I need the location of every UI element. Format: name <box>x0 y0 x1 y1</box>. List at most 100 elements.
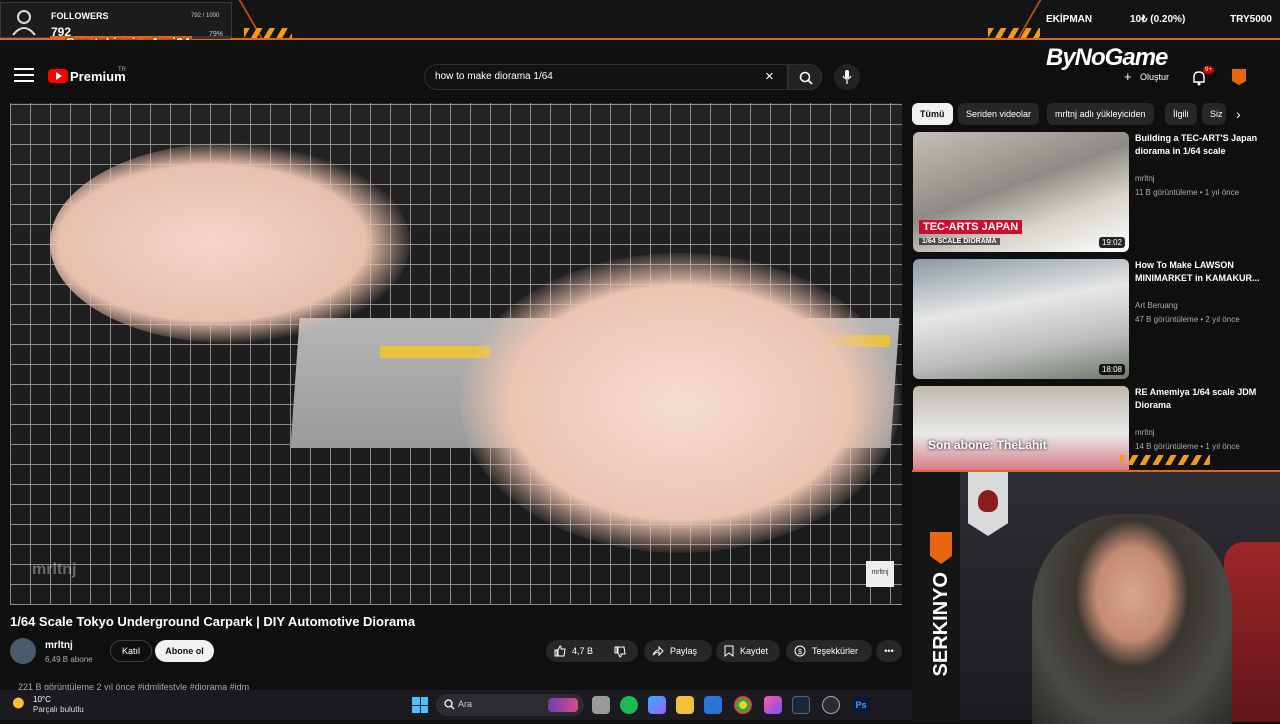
bynogame-logo: ByNoGame <box>1046 44 1168 71</box>
steam-icon[interactable] <box>792 696 810 714</box>
thanks-label: Teşekkürler <box>812 646 859 656</box>
save-label: Kaydet <box>740 646 769 656</box>
share-icon <box>652 645 664 657</box>
recommendation-channel[interactable]: Art Beruang <box>1135 301 1178 310</box>
weather-description[interactable]: Parçalı bulutlu <box>33 705 84 714</box>
photoshop-icon[interactable]: Ps <box>852 696 870 714</box>
spotify-icon[interactable] <box>620 696 638 714</box>
share-label: Paylaş <box>670 646 698 656</box>
task-view-icon[interactable] <box>592 696 610 714</box>
thanks-icon: $ <box>794 645 806 657</box>
thanks-button[interactable]: $ Teşekkürler <box>786 640 872 662</box>
notification-badge: 9+ <box>1203 66 1214 74</box>
chip-all[interactable]: Tümü <box>912 103 953 125</box>
youtube-logo-icon[interactable] <box>48 69 68 83</box>
svg-text:$: $ <box>798 649 802 656</box>
last-subscriber-text: Son abone: TheLahit <box>928 438 1047 452</box>
save-button[interactable]: Kaydet <box>716 640 780 662</box>
overlay-stripes <box>988 28 1040 38</box>
equipment-value: 10₺ (0.20%) <box>1130 14 1186 25</box>
channel-avatar[interactable] <box>10 638 36 664</box>
thumbnail-subtext: 1/64 SCALE DIORAMA <box>919 238 1000 245</box>
webcam-chair <box>1224 542 1280 722</box>
thumbnail-text: TEC-ARTS JAPAN <box>919 220 1023 234</box>
menu-icon[interactable] <box>14 68 34 84</box>
search-button[interactable] <box>788 64 822 90</box>
video-thumbnail[interactable]: 18:08 <box>913 259 1129 379</box>
chrome-icon[interactable] <box>734 696 752 714</box>
plus-icon[interactable]: + <box>1124 69 1132 84</box>
equipment-label: EKİPMAN <box>1046 14 1093 25</box>
taskbar-search[interactable]: Ara <box>436 694 584 716</box>
recommendation-channel[interactable]: mrltnj <box>1135 174 1155 183</box>
thumbs-down-icon[interactable] <box>614 646 626 658</box>
team-shield-emblem <box>978 490 998 512</box>
weather-icon[interactable] <box>12 696 28 710</box>
video-title: 1/64 Scale Tokyo Underground Carpark | D… <box>10 614 416 629</box>
more-options-icon[interactable]: ••• <box>876 640 902 662</box>
recommendation-title[interactable]: How To Make LAWSON MINIMARKET in KAMAKUR… <box>1135 259 1263 285</box>
webcam-overlay: SERKINYO <box>912 470 1280 724</box>
subscribe-button[interactable]: Abone ol <box>155 640 214 662</box>
app-icon[interactable] <box>764 696 782 714</box>
overlay-stripes <box>1120 455 1210 465</box>
recommendation-meta: 47 B görüntüleme • 2 yıl önce <box>1135 315 1240 324</box>
equipment-price: TRY5000 <box>1230 14 1272 25</box>
join-button[interactable]: Katıl <box>110 640 152 662</box>
copilot-icon[interactable] <box>648 696 666 714</box>
team-badge-icon <box>930 532 952 564</box>
subscriber-count: 6,49 B abone <box>45 655 93 664</box>
search-highlight-icon <box>548 698 578 712</box>
recommendation-title[interactable]: Building a TEC-ART'S Japan diorama in 1/… <box>1135 132 1263 158</box>
thumbs-up-icon[interactable] <box>554 645 566 657</box>
recommendation-title[interactable]: RE Amemiya 1/64 scale JDM Diorama <box>1135 386 1263 412</box>
clear-icon[interactable]: × <box>765 68 774 85</box>
chip-series[interactable]: Seriden videolar <box>958 103 1040 125</box>
taskbar-search-placeholder: Ara <box>458 699 473 709</box>
search-query[interactable]: how to make diorama 1/64 <box>435 71 553 82</box>
recommendation-item[interactable]: 18:08 How To Make LAWSON MINIMARKET in K… <box>913 259 1263 379</box>
followers-widget: FOLLOWERS 792 792 / 1000 79% <box>0 2 232 39</box>
recommendation-channel[interactable]: mrltnj <box>1135 428 1155 437</box>
youtube-header: Premium TR how to make diorama 1/64 × By… <box>0 40 1280 100</box>
streamer-name: SERKINYO <box>930 572 952 677</box>
avatar[interactable] <box>1232 69 1246 85</box>
video-thumbnail[interactable]: TEC-ARTS JAPAN 1/64 SCALE DIORAMA 19:02 <box>913 132 1129 252</box>
like-dislike-group: 4,7 B <box>546 640 638 662</box>
channel-name[interactable]: mrltnj <box>45 640 73 651</box>
weather-temperature[interactable]: 10°C <box>33 695 51 704</box>
followers-goal: 792 / 1000 <box>191 13 220 19</box>
overlay-stripes <box>244 28 292 38</box>
stream-overlay-top-bar: FOLLOWERS 792 792 / 1000 79% EKİPMAN 10₺… <box>0 0 1280 40</box>
video-duration: 18:08 <box>1098 364 1125 375</box>
video-frame <box>50 143 410 343</box>
windows-taskbar: 10°C Parçalı bulutlu Ara Ps <box>0 690 912 720</box>
video-frame <box>460 253 900 553</box>
chevron-right-icon[interactable]: › <box>1236 106 1241 122</box>
recommendation-item[interactable]: TEC-ARTS JAPAN 1/64 SCALE DIORAMA 19:02 … <box>913 132 1263 252</box>
share-button[interactable]: Paylaş <box>644 640 712 662</box>
search-input[interactable]: how to make diorama 1/64 × <box>424 64 788 90</box>
search-icon <box>799 71 813 85</box>
webcam-feed <box>1032 514 1232 724</box>
video-player[interactable]: mrltnj mrltnj <box>10 103 902 605</box>
microphone-icon <box>842 70 852 84</box>
video-duration: 19:02 <box>1098 237 1125 248</box>
search-icon <box>444 699 455 710</box>
file-explorer-icon[interactable] <box>676 696 694 714</box>
chip-uploader[interactable]: mrltnj adlı yükleyiciden <box>1047 103 1154 125</box>
voice-search-button[interactable] <box>834 64 860 90</box>
recommendation-meta: 11 B görüntüleme • 1 yıl önce <box>1135 188 1240 197</box>
create-button[interactable]: Oluştur <box>1140 72 1169 82</box>
user-icon <box>12 10 36 36</box>
streamer-banner: SERKINYO <box>912 472 960 722</box>
chip-related[interactable]: İlgili <box>1165 103 1197 125</box>
store-icon[interactable] <box>704 696 722 714</box>
like-count[interactable]: 4,7 B <box>572 640 593 662</box>
obs-icon[interactable] <box>822 696 840 714</box>
chip-you[interactable]: Siz <box>1202 103 1226 125</box>
channel-watermark-badge[interactable]: mrltnj <box>866 561 894 587</box>
windows-start-icon[interactable] <box>412 697 428 713</box>
recommendation-meta: 14 B görüntüleme • 1 yıl önce <box>1135 442 1240 451</box>
bookmark-icon <box>724 645 734 657</box>
